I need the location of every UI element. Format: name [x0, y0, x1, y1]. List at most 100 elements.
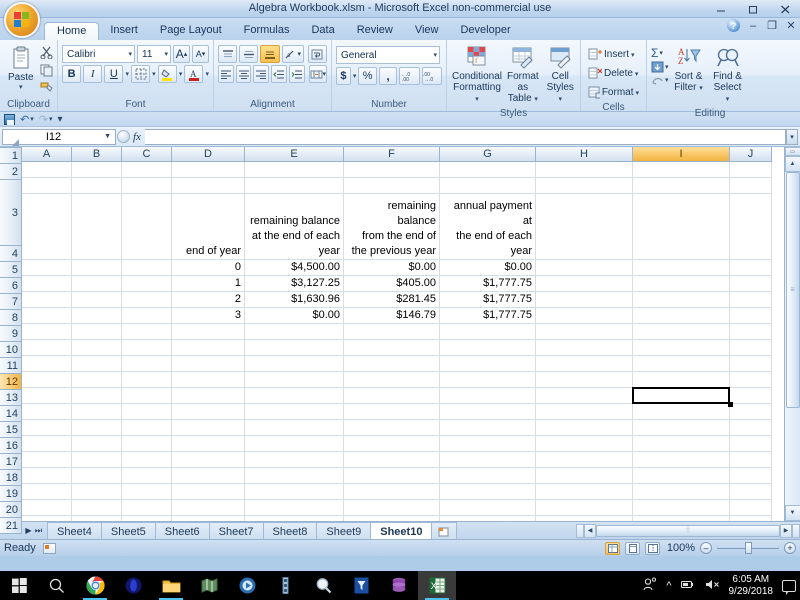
borders-button[interactable] [130, 65, 151, 83]
cell-B3[interactable] [72, 194, 122, 260]
cell-B19[interactable] [72, 500, 122, 516]
opera-icon[interactable] [114, 571, 152, 600]
align-center-button[interactable] [235, 65, 252, 83]
cell-I12[interactable] [633, 388, 730, 404]
cell-J7[interactable] [730, 308, 772, 324]
row-header-20[interactable]: 20 [0, 502, 22, 518]
cell-D17[interactable] [172, 468, 245, 484]
cell-D11[interactable] [172, 372, 245, 388]
row-header-1[interactable]: 1 [0, 148, 22, 164]
tab-developer[interactable]: Developer [449, 21, 521, 40]
cell-B4[interactable] [72, 260, 122, 276]
cell-C13[interactable] [122, 404, 172, 420]
tab-page-layout[interactable]: Page Layout [149, 21, 233, 40]
cell-F13[interactable] [344, 404, 440, 420]
cell-E6[interactable]: $1,630.96 [245, 292, 344, 308]
cell-J20[interactable] [730, 516, 772, 521]
cell-F16[interactable] [344, 452, 440, 468]
cell-F11[interactable] [344, 372, 440, 388]
format-cells-button[interactable]: Format ▾ [585, 84, 642, 101]
cell-E19[interactable] [245, 500, 344, 516]
cell-D1[interactable] [172, 162, 245, 178]
cell-C5[interactable] [122, 276, 172, 292]
cell-C9[interactable] [122, 340, 172, 356]
cell-I6[interactable] [633, 292, 730, 308]
cell-D2[interactable] [172, 178, 245, 194]
zoom-slider[interactable] [717, 541, 779, 554]
cell-D20[interactable] [172, 516, 245, 521]
cell-J2[interactable] [730, 178, 772, 194]
row-header-7[interactable]: 7 [0, 294, 22, 310]
tab-data[interactable]: Data [300, 21, 345, 40]
column-header-b[interactable]: B [72, 147, 122, 162]
cell-I2[interactable] [633, 178, 730, 194]
scroll-split-button[interactable]: ▭ [784, 147, 800, 156]
cell-E14[interactable] [245, 420, 344, 436]
cell-F12[interactable] [344, 388, 440, 404]
cell-B6[interactable] [72, 292, 122, 308]
cell-J12[interactable] [730, 388, 772, 404]
row-header-10[interactable]: 10 [0, 342, 22, 358]
name-box[interactable]: I12 ▼ [2, 128, 116, 145]
cell-J8[interactable] [730, 324, 772, 340]
row-header-12[interactable]: 12 [0, 374, 22, 390]
bold-button[interactable]: B [62, 65, 82, 83]
cell-F18[interactable] [344, 484, 440, 500]
vertical-scrollbar[interactable]: ▭ ▲ ▼ [784, 147, 800, 521]
cell-styles-button[interactable]: Cell Styles ▾ [543, 44, 578, 107]
cell-D19[interactable] [172, 500, 245, 516]
cell-H17[interactable] [536, 468, 633, 484]
cell-A15[interactable] [22, 436, 72, 452]
row-header-18[interactable]: 18 [0, 470, 22, 486]
cell-G19[interactable] [440, 500, 536, 516]
cell-G7[interactable]: $1,777.75 [440, 308, 536, 324]
row-header-19[interactable]: 19 [0, 486, 22, 502]
name-box-dropdown-icon[interactable]: ▼ [104, 133, 113, 140]
cell-J6[interactable] [730, 292, 772, 308]
cell-F3[interactable]: 9% interest on remaining balance from th… [344, 194, 440, 260]
decrease-indent-button[interactable] [271, 65, 287, 83]
sheet-tab-sheet7[interactable]: Sheet7 [208, 522, 264, 539]
cell-D15[interactable] [172, 436, 245, 452]
cell-I17[interactable] [633, 468, 730, 484]
sort-filter-button[interactable]: A Z Sort & Filter ▾ [670, 44, 708, 96]
cell-F9[interactable] [344, 340, 440, 356]
cell-F1[interactable] [344, 162, 440, 178]
cell-A17[interactable] [22, 468, 72, 484]
ribbon-restore-button[interactable]: ❐ [766, 19, 778, 32]
utility-icon[interactable] [266, 571, 304, 600]
cell-I7[interactable] [633, 308, 730, 324]
cell-I4[interactable] [633, 260, 730, 276]
align-bottom-button[interactable] [260, 45, 280, 63]
cell-E18[interactable] [245, 484, 344, 500]
align-right-button[interactable] [253, 65, 270, 83]
cell-I18[interactable] [633, 484, 730, 500]
save-icon[interactable] [4, 113, 15, 125]
cell-I19[interactable] [633, 500, 730, 516]
fill-button[interactable]: ▾ [651, 61, 669, 73]
cell-G18[interactable] [440, 484, 536, 500]
cell-B18[interactable] [72, 484, 122, 500]
cell-F4[interactable]: $0.00 [344, 260, 440, 276]
row-header-11[interactable]: 11 [0, 358, 22, 374]
column-header-h[interactable]: H [536, 147, 633, 162]
action-center-icon[interactable] [782, 579, 796, 595]
tab-review[interactable]: Review [346, 21, 404, 40]
volume-muted-icon[interactable] [705, 578, 720, 594]
office-button[interactable] [4, 2, 40, 38]
filter-icon[interactable] [342, 571, 380, 600]
cell-J15[interactable] [730, 436, 772, 452]
sheet-tab-sheet4[interactable]: Sheet4 [47, 522, 102, 539]
last-sheet-button[interactable]: ⏭ [34, 526, 43, 536]
column-header-d[interactable]: D [172, 147, 245, 162]
cell-F20[interactable] [344, 516, 440, 521]
cell-A19[interactable] [22, 500, 72, 516]
cell-H1[interactable] [536, 162, 633, 178]
cell-B13[interactable] [72, 404, 122, 420]
cell-G9[interactable] [440, 340, 536, 356]
cell-I8[interactable] [633, 324, 730, 340]
cell-G8[interactable] [440, 324, 536, 340]
tab-formulas[interactable]: Formulas [233, 21, 301, 40]
row-header-16[interactable]: 16 [0, 438, 22, 454]
fill-handle[interactable] [728, 402, 733, 407]
